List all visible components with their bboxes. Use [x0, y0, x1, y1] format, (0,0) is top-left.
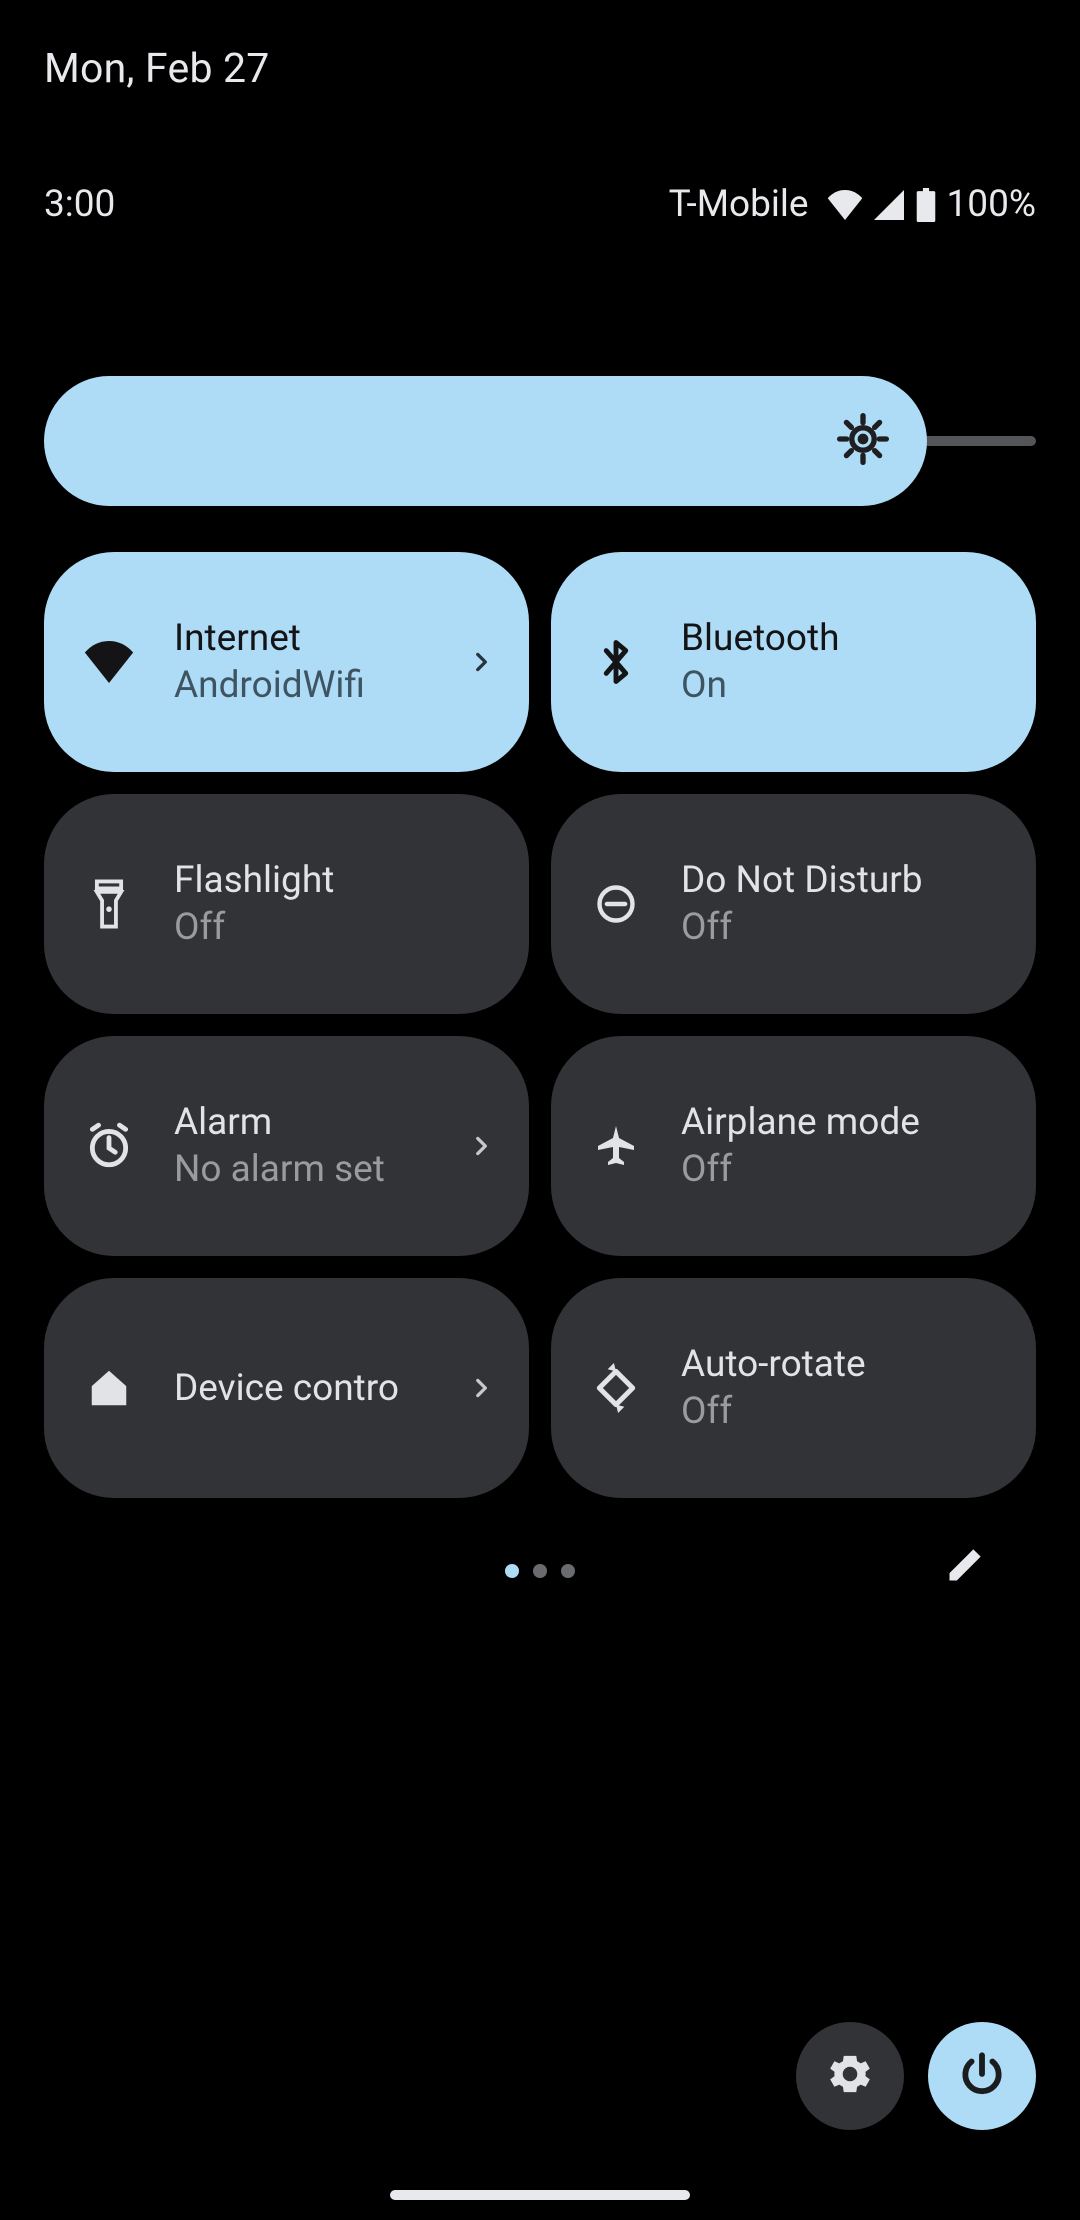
- chevron-right-icon: [461, 1133, 501, 1159]
- tile-sub: No alarm set: [174, 1148, 461, 1191]
- carrier-label: T-Mobile: [669, 183, 809, 226]
- chevron-right-icon: [461, 649, 501, 675]
- tile-title: Internet: [174, 617, 461, 660]
- wifi-status-icon: [827, 190, 863, 220]
- nav-handle[interactable]: [390, 2190, 690, 2200]
- date-label: Mon, Feb 27: [0, 0, 1080, 93]
- tile-dnd[interactable]: Do Not Disturb Off: [551, 794, 1036, 1014]
- settings-button[interactable]: [796, 2022, 904, 2130]
- battery-icon: [915, 188, 937, 222]
- tile-airplane[interactable]: Airplane mode Off: [551, 1036, 1036, 1256]
- pager-dot[interactable]: [561, 1564, 575, 1578]
- power-icon: [957, 2049, 1007, 2103]
- time-label: 3:00: [44, 183, 115, 226]
- chevron-right-icon: [461, 1375, 501, 1401]
- airplane-icon: [581, 1122, 651, 1170]
- brightness-slider[interactable]: [44, 376, 1036, 506]
- tile-sub: Off: [681, 1148, 1008, 1191]
- status-bar: 3:00 T-Mobile 100%: [0, 183, 1080, 226]
- tile-device-controls[interactable]: Device contro: [44, 1278, 529, 1498]
- home-icon: [74, 1365, 144, 1411]
- tile-title: Alarm: [174, 1101, 461, 1144]
- dnd-icon: [581, 882, 651, 926]
- brightness-fill: [44, 376, 927, 506]
- edit-button[interactable]: [936, 1534, 996, 1594]
- tile-title: Airplane mode: [681, 1101, 1008, 1144]
- bluetooth-icon: [581, 636, 651, 688]
- battery-label: 100%: [947, 183, 1036, 226]
- tile-internet[interactable]: Internet AndroidWifi: [44, 552, 529, 772]
- tile-sub: Off: [681, 906, 1008, 949]
- alarm-icon: [74, 1121, 144, 1171]
- cell-signal-icon: [873, 190, 905, 220]
- tile-title: Flashlight: [174, 859, 501, 902]
- flashlight-icon: [74, 878, 144, 930]
- tile-sub: Off: [681, 1390, 1008, 1433]
- gear-icon: [825, 2049, 875, 2103]
- pager-dot[interactable]: [505, 1564, 519, 1578]
- wifi-icon: [74, 641, 144, 683]
- tile-title: Bluetooth: [681, 617, 1008, 660]
- status-right: T-Mobile 100%: [669, 183, 1036, 226]
- power-button[interactable]: [928, 2022, 1036, 2130]
- brightness-icon: [835, 411, 891, 471]
- tile-title: Do Not Disturb: [681, 859, 1008, 902]
- tile-title: Device contro: [174, 1367, 399, 1410]
- tile-flashlight[interactable]: Flashlight Off: [44, 794, 529, 1014]
- tile-bluetooth[interactable]: Bluetooth On: [551, 552, 1036, 772]
- tile-sub: AndroidWifi: [174, 664, 461, 707]
- footer-actions: [796, 2022, 1036, 2130]
- tile-sub: Off: [174, 906, 501, 949]
- tile-sub: On: [681, 664, 1008, 707]
- tiles-grid: Internet AndroidWifi Bluetooth On Flashl…: [44, 552, 1036, 1498]
- pager-dot[interactable]: [533, 1564, 547, 1578]
- tile-title: Auto-rotate: [681, 1343, 1008, 1386]
- pager: [0, 1546, 1080, 1596]
- tile-alarm[interactable]: Alarm No alarm set: [44, 1036, 529, 1256]
- rotate-icon: [581, 1363, 651, 1413]
- tile-auto-rotate[interactable]: Auto-rotate Off: [551, 1278, 1036, 1498]
